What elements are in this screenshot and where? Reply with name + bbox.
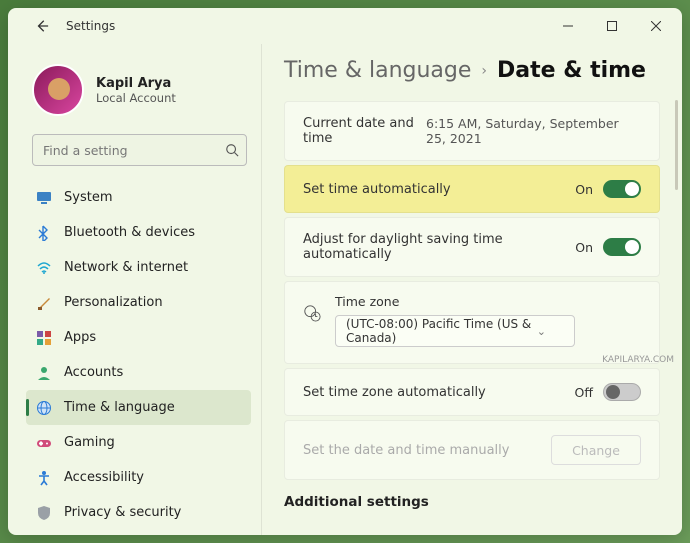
chevron-down-icon: ⌄: [537, 325, 546, 338]
nav-list: System Bluetooth & devices Network & inter…: [26, 180, 253, 535]
bluetooth-icon: [36, 225, 52, 241]
sidebar-item-label: Personalization: [64, 295, 163, 310]
titlebar: Settings: [8, 8, 682, 44]
toggle-state-text: On: [575, 182, 593, 197]
minimize-button[interactable]: [546, 10, 590, 42]
game-icon: [36, 435, 52, 451]
toggle-state-text: Off: [575, 385, 593, 400]
maximize-button[interactable]: [590, 10, 634, 42]
row-label: Adjust for daylight saving time automati…: [303, 232, 523, 262]
sidebar-item-label: Privacy & security: [64, 505, 181, 520]
search-wrap: [32, 134, 247, 166]
sidebar-item-bluetooth-devices[interactable]: Bluetooth & devices: [26, 215, 251, 250]
sidebar-item-label: Bluetooth & devices: [64, 225, 195, 240]
search-input[interactable]: [32, 134, 247, 166]
globe-icon: [36, 400, 52, 416]
sidebar-item-label: Gaming: [64, 435, 115, 450]
timezone-select[interactable]: (UTC-08:00) Pacific Time (US & Canada) ⌄: [335, 315, 575, 347]
breadcrumb-parent[interactable]: Time & language: [284, 58, 471, 83]
row-label: Set time automatically: [303, 182, 451, 197]
sidebar-item-label: System: [64, 190, 112, 205]
change-button[interactable]: Change: [551, 435, 641, 465]
row-timezone: Time zone (UTC-08:00) Pacific Time (US &…: [284, 281, 660, 364]
sidebar-item-personalization[interactable]: Personalization: [26, 285, 251, 320]
avatar: [32, 64, 84, 116]
sidebar-item-label: Apps: [64, 330, 96, 345]
sidebar-item-label: Accounts: [64, 365, 123, 380]
wifi-icon: [36, 260, 52, 276]
app-title: Settings: [66, 19, 115, 33]
monitor-icon: [36, 190, 52, 206]
toggle-set-time-auto[interactable]: [603, 180, 641, 198]
profile-subtitle: Local Account: [96, 91, 176, 105]
sidebar-item-system[interactable]: System: [26, 180, 251, 215]
section-additional: Additional settings: [284, 494, 660, 510]
sidebar-item-privacy-security[interactable]: Privacy & security: [26, 495, 251, 530]
row-value: 6:15 AM, Saturday, September 25, 2021: [426, 116, 641, 146]
person-icon: [36, 365, 52, 381]
toggle-state-text: On: [575, 240, 593, 255]
profile-name: Kapil Arya: [96, 76, 176, 91]
settings-window: Settings Kapil Arya Local Account: [8, 8, 682, 535]
shield-icon: [36, 505, 52, 521]
sidebar-item-time-language[interactable]: Time & language: [26, 390, 251, 425]
sidebar-item-label: Accessibility: [64, 470, 144, 485]
scrollbar[interactable]: [675, 100, 678, 190]
row-set-manual: Set the date and time manually Change: [284, 420, 660, 480]
row-label: Set the date and time manually: [303, 443, 509, 458]
sidebar-item-windows-update[interactable]: Windows Update: [26, 530, 251, 535]
sidebar-item-accounts[interactable]: Accounts: [26, 355, 251, 390]
row-dst-auto[interactable]: Adjust for daylight saving time automati…: [284, 217, 660, 277]
main-content: Time & language › Date & time Current da…: [262, 44, 682, 535]
timezone-selected: (UTC-08:00) Pacific Time (US & Canada): [346, 317, 537, 345]
row-label: Current date and time: [303, 116, 426, 146]
close-button[interactable]: [634, 10, 678, 42]
sidebar-item-label: Time & language: [64, 400, 175, 415]
row-set-tz-auto[interactable]: Set time zone automatically Off: [284, 368, 660, 416]
sidebar-item-apps[interactable]: Apps: [26, 320, 251, 355]
chevron-right-icon: ›: [481, 63, 487, 79]
brush-icon: [36, 295, 52, 311]
toggle-set-tz-auto[interactable]: [603, 383, 641, 401]
toggle-dst-auto[interactable]: [603, 238, 641, 256]
accessibility-icon: [36, 470, 52, 486]
row-set-time-auto[interactable]: Set time automatically On: [284, 165, 660, 213]
breadcrumb-current: Date & time: [497, 58, 646, 83]
sidebar-item-accessibility[interactable]: Accessibility: [26, 460, 251, 495]
sidebar-item-gaming[interactable]: Gaming: [26, 425, 251, 460]
search-icon: [225, 142, 239, 161]
breadcrumb: Time & language › Date & time: [284, 58, 660, 83]
back-button[interactable]: [32, 16, 52, 36]
timezone-label: Time zone: [335, 294, 641, 309]
grid-icon: [36, 330, 52, 346]
sidebar-item-network-internet[interactable]: Network & internet: [26, 250, 251, 285]
sidebar-item-label: Network & internet: [64, 260, 188, 275]
row-current-datetime: Current date and time 6:15 AM, Saturday,…: [284, 101, 660, 161]
globe-clock-icon: [303, 304, 321, 322]
profile-block[interactable]: Kapil Arya Local Account: [26, 52, 253, 134]
row-label: Set time zone automatically: [303, 385, 486, 400]
sidebar: Kapil Arya Local Account System Bluetooth…: [8, 44, 262, 535]
